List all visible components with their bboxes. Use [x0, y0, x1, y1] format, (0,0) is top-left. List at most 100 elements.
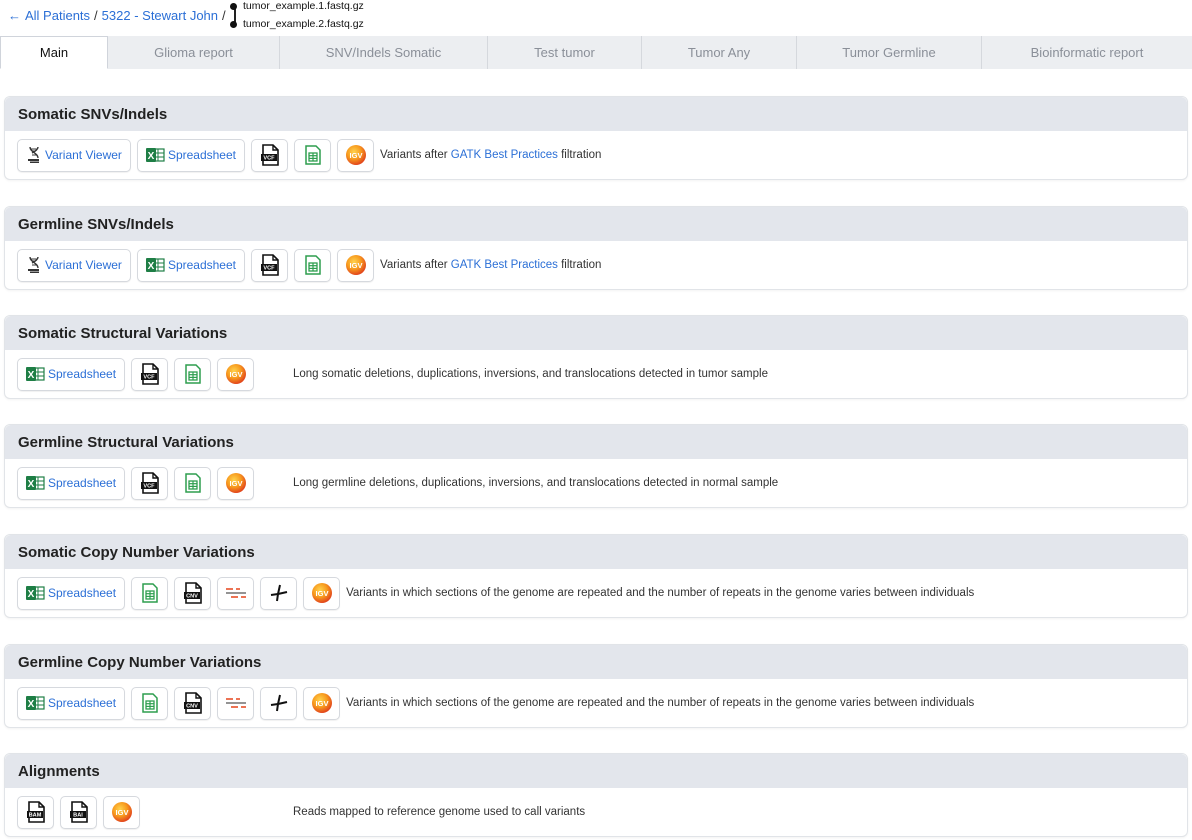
sheet-download-button[interactable]	[174, 466, 212, 500]
svg-text:BAI: BAI	[73, 813, 83, 819]
gatk-best-practices-link[interactable]: GATK Best Practices	[451, 259, 558, 271]
sheet-icon	[184, 473, 201, 493]
section-title: Somatic Structural Variations	[5, 316, 1187, 350]
section-title: Somatic SNVs/Indels	[5, 97, 1187, 131]
file-item: tumor_example.1.fastq.gz	[230, 0, 364, 12]
vcf-file-icon: VCF	[140, 472, 160, 494]
vcf-download-button[interactable]: VCF	[251, 138, 288, 172]
file-item: tumor_example.2.fastq.gz	[230, 18, 364, 30]
cnv-download-button[interactable]: CNV	[174, 576, 212, 610]
description-text: Variants after	[380, 149, 451, 161]
cnv-segments-button[interactable]	[217, 686, 255, 720]
svg-text:CNV: CNV	[186, 704, 198, 710]
breadcrumb-separator: /	[222, 8, 226, 23]
tab-glioma-report[interactable]: Glioma report	[108, 36, 280, 69]
plot-icon	[269, 583, 289, 603]
igv-icon: IGV	[311, 692, 333, 714]
section-body: Variant Viewer X Spreadsheet VCF IGV Vari…	[5, 131, 1187, 179]
igv-button[interactable]: IGV	[337, 248, 374, 282]
spreadsheet-button[interactable]: X Spreadsheet	[17, 686, 126, 720]
spreadsheet-button[interactable]: X Spreadsheet	[136, 248, 245, 282]
igv-icon: IGV	[311, 582, 333, 604]
igv-button[interactable]: IGV	[303, 576, 341, 610]
svg-text:VCF: VCF	[263, 156, 275, 162]
svg-text:X: X	[148, 261, 155, 272]
section-title: Germline SNVs/Indels	[5, 207, 1187, 241]
section-body: X Spreadsheet VCF IGV Long germline delet…	[5, 459, 1187, 507]
variant-viewer-button[interactable]: Variant Viewer	[17, 248, 131, 282]
bam-download-button[interactable]: BAM	[17, 795, 54, 829]
svg-text:IGV: IGV	[349, 261, 362, 270]
sheet-download-button[interactable]	[294, 248, 331, 282]
bullet-icon	[230, 2, 237, 10]
tab-main[interactable]: Main	[0, 36, 108, 69]
spreadsheet-button[interactable]: X Spreadsheet	[136, 138, 245, 172]
svg-text:X: X	[28, 589, 35, 600]
tab-tumor-any[interactable]: Tumor Any	[642, 36, 797, 69]
section-title: Germline Copy Number Variations	[5, 645, 1187, 679]
igv-icon: IGV	[111, 801, 133, 823]
description-text: Variants after	[380, 259, 451, 271]
cnv-plot-button[interactable]	[260, 686, 298, 720]
bai-download-button[interactable]: BAI	[60, 795, 97, 829]
sample-files: tumor_example.1.fastq.gz tumor_example.2…	[230, 0, 430, 36]
spreadsheet-button[interactable]: X Spreadsheet	[17, 357, 126, 391]
breadcrumb-all-patients[interactable]: All Patients	[25, 8, 90, 23]
button-label: Spreadsheet	[167, 258, 236, 272]
svg-text:X: X	[28, 370, 35, 381]
svg-text:CNV: CNV	[186, 594, 198, 600]
tab-tumor-germline[interactable]: Tumor Germline	[797, 36, 982, 69]
igv-button[interactable]: IGV	[337, 138, 374, 172]
svg-text:VCF: VCF	[263, 266, 275, 272]
section-description: Variants in which sections of the genome…	[346, 697, 975, 709]
segments-icon	[225, 696, 247, 710]
gatk-best-practices-link[interactable]: GATK Best Practices	[451, 149, 558, 161]
cnv-plot-button[interactable]	[260, 576, 298, 610]
section-title: Alignments	[5, 754, 1187, 788]
bam-file-icon: BAM	[26, 801, 46, 823]
spreadsheet-button[interactable]: X Spreadsheet	[17, 576, 126, 610]
description-text: filtration	[557, 149, 602, 161]
sheet-icon	[304, 255, 321, 275]
tab-bar: Main Glioma report SNV/Indels Somatic Te…	[0, 36, 1192, 69]
spreadsheet-button[interactable]: X Spreadsheet	[17, 466, 126, 500]
breadcrumb-patient[interactable]: 5322 - Stewart John	[102, 8, 218, 23]
igv-button[interactable]: IGV	[217, 466, 255, 500]
sheet-download-button[interactable]	[131, 576, 169, 610]
section-body: X Spreadsheet CNV IGV Variants in which s…	[5, 569, 1187, 617]
excel-icon: X	[26, 695, 45, 711]
vcf-download-button[interactable]: VCF	[131, 466, 169, 500]
section-description: Variants after GATK Best Practices filtr…	[380, 149, 601, 161]
vcf-download-button[interactable]: VCF	[251, 248, 288, 282]
igv-icon: IGV	[225, 472, 247, 494]
sheet-download-button[interactable]	[294, 138, 331, 172]
section-description: Long somatic deletions, duplications, in…	[293, 368, 768, 380]
cnv-download-button[interactable]: CNV	[174, 686, 212, 720]
tab-bioinformatic-report[interactable]: Bioinformatic report	[982, 36, 1192, 69]
variant-viewer-button[interactable]: Variant Viewer	[17, 138, 131, 172]
button-label: Spreadsheet	[48, 696, 117, 710]
section-description: Variants after GATK Best Practices filtr…	[380, 259, 601, 271]
sheet-download-button[interactable]	[174, 357, 212, 391]
igv-button[interactable]: IGV	[103, 795, 140, 829]
svg-text:IGV: IGV	[349, 151, 362, 160]
igv-button[interactable]: IGV	[303, 686, 341, 720]
back-arrow-icon[interactable]: ←	[8, 8, 21, 23]
excel-icon: X	[145, 147, 165, 163]
svg-text:IGV: IGV	[315, 589, 328, 598]
igv-button[interactable]: IGV	[217, 357, 255, 391]
tab-snv-indels-somatic[interactable]: SNV/Indels Somatic	[280, 36, 488, 69]
svg-text:X: X	[28, 699, 35, 710]
button-label: Spreadsheet	[48, 367, 117, 381]
cnv-segments-button[interactable]	[217, 576, 255, 610]
sheet-icon	[141, 583, 158, 603]
vcf-download-button[interactable]: VCF	[131, 357, 169, 391]
sheet-download-button[interactable]	[131, 686, 169, 720]
excel-icon: X	[26, 475, 45, 491]
igv-icon: IGV	[225, 363, 247, 385]
button-label: Variant Viewer	[45, 148, 122, 162]
file-name: tumor_example.1.fastq.gz	[243, 0, 364, 12]
svg-text:VCF: VCF	[143, 375, 155, 381]
tab-test-tumor[interactable]: Test tumor	[488, 36, 642, 69]
dna-icon	[26, 146, 42, 164]
